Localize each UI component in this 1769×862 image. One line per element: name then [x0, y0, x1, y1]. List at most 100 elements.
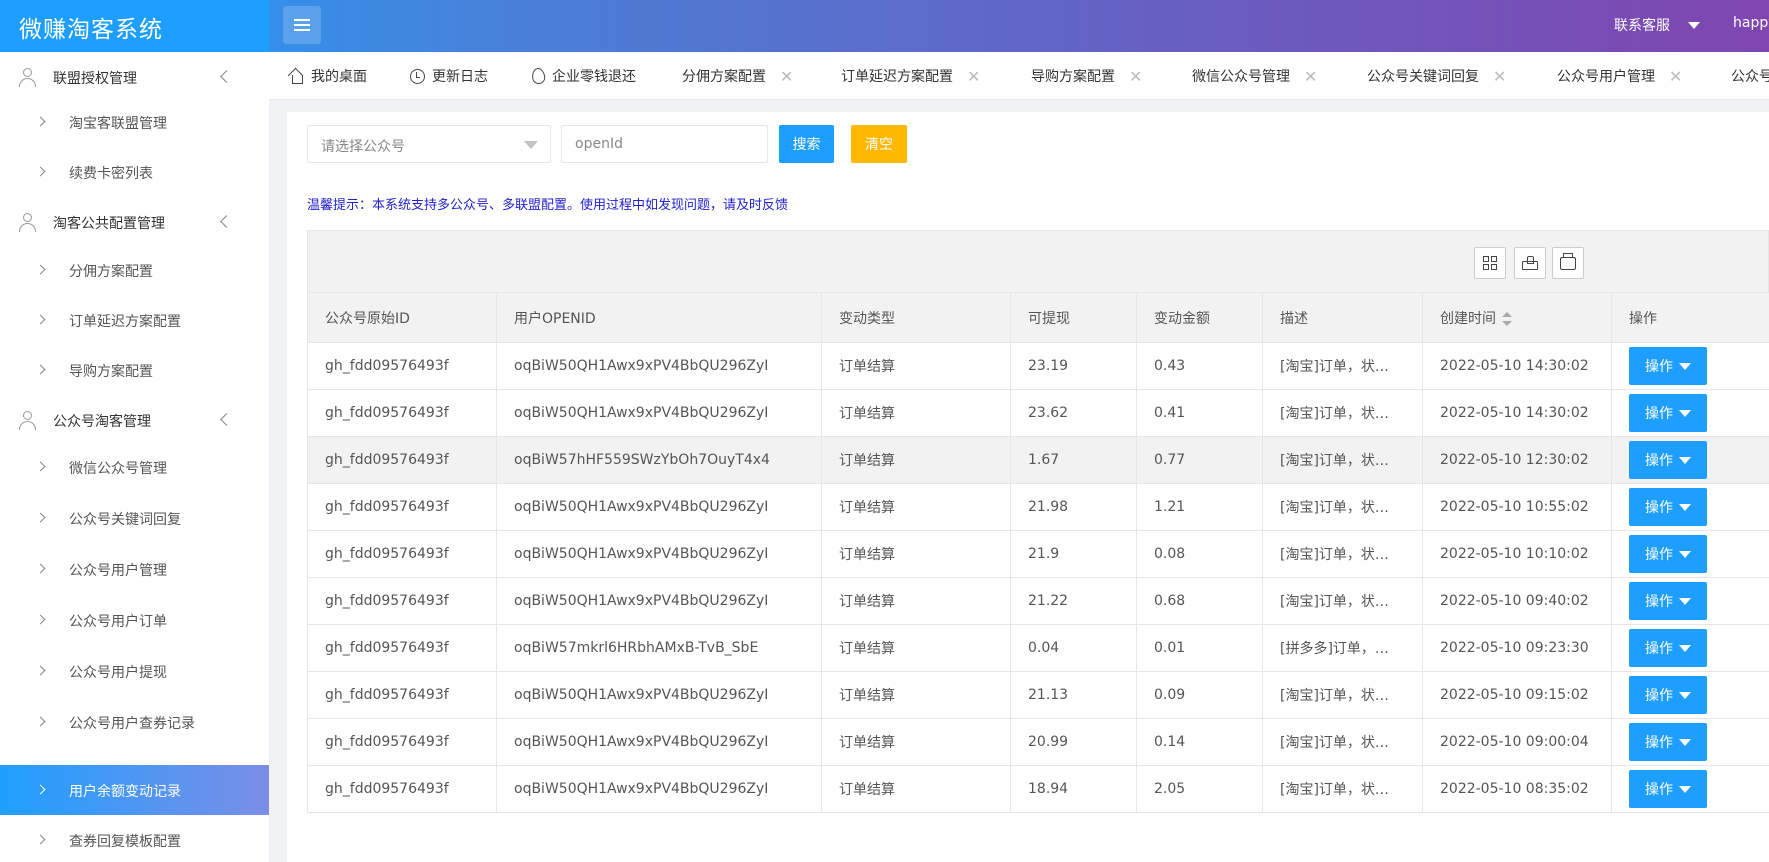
table-row: gh_fdd09576493f oqBiW50QH1Awx9xPV4BbQU296…	[307, 577, 1769, 625]
print-button[interactable]	[1552, 247, 1584, 279]
table-cell: 0.08	[1136, 530, 1263, 578]
row-action-button[interactable]: 操作	[1629, 723, 1707, 761]
table-cell: oqBiW50QH1Awx9xPV4BbQU296ZyI	[496, 389, 822, 437]
tab-desktop[interactable]: 我的桌面	[289, 66, 367, 86]
clear-button[interactable]: 清空	[851, 125, 907, 163]
table-cell: 0.68	[1136, 577, 1263, 625]
contact-service-label: 联系客服	[1614, 18, 1670, 34]
row-action-button[interactable]: 操作	[1629, 347, 1707, 385]
table-cell: 2022-05-10 08:35:02	[1422, 765, 1612, 813]
table-cell-actions: 操作	[1611, 342, 1769, 390]
sidebar-group-public-config[interactable]: 淘客公共配置管理	[0, 197, 269, 247]
tab-keyword-reply[interactable]: 公众号关键词回复 ✕	[1367, 66, 1506, 86]
table-cell: 2022-05-10 14:30:02	[1422, 342, 1612, 390]
tab-guide[interactable]: 导购方案配置 ✕	[1031, 66, 1142, 86]
table-cell: 2022-05-10 09:23:30	[1422, 624, 1612, 672]
table-cell-actions: 操作	[1611, 671, 1769, 719]
logo-area: 微赚淘客系统	[0, 0, 269, 52]
sidebar-item-guide[interactable]: 导购方案配置	[0, 345, 269, 395]
tab-users[interactable]: 公众号用户管理 ✕	[1557, 66, 1682, 86]
table-row: gh_fdd09576493f oqBiW50QH1Awx9xPV4BbQU296…	[307, 483, 1769, 531]
table-cell: 21.13	[1010, 671, 1137, 719]
user-menu[interactable]: happy	[1733, 15, 1769, 31]
tab-wechat-accounts[interactable]: 微信公众号管理 ✕	[1192, 66, 1317, 86]
table-cell: oqBiW50QH1Awx9xPV4BbQU296ZyI	[496, 483, 822, 531]
close-icon[interactable]: ✕	[967, 67, 980, 86]
table-cell: oqBiW50QH1Awx9xPV4BbQU296ZyI	[496, 342, 822, 390]
caret-down-icon	[1679, 503, 1691, 511]
columns-icon	[1483, 256, 1497, 270]
row-action-button[interactable]: 操作	[1629, 676, 1707, 714]
tab-overflow[interactable]: 公众号	[1731, 66, 1769, 86]
row-action-button[interactable]: 操作	[1629, 394, 1707, 432]
caret-down-icon	[1679, 785, 1691, 793]
sidebar-group-alliance[interactable]: 联盟授权管理	[0, 52, 269, 102]
col-openid: 用户OPENID	[496, 292, 822, 343]
column-filter-button[interactable]	[1474, 247, 1506, 279]
tab-order-delay[interactable]: 订单延迟方案配置 ✕	[841, 66, 980, 86]
sidebar-item-commission[interactable]: 分佣方案配置	[0, 245, 269, 295]
table-cell: 18.94	[1010, 765, 1137, 813]
app-logo[interactable]: 微赚淘客系统	[19, 10, 163, 44]
search-button[interactable]: 搜索	[779, 125, 834, 163]
sidebar-group-label: 公众号淘客管理	[53, 414, 151, 430]
sidebar-item-user-orders[interactable]: 公众号用户订单	[0, 595, 269, 645]
sidebar-item-label: 续费卡密列表	[69, 166, 153, 182]
tab-changelog[interactable]: 更新日志	[410, 66, 488, 86]
close-icon[interactable]: ✕	[1669, 67, 1682, 86]
sidebar-item-label: 微信公众号管理	[69, 461, 167, 477]
row-action-button[interactable]: 操作	[1629, 535, 1707, 573]
tab-commission[interactable]: 分佣方案配置 ✕	[682, 66, 793, 86]
row-action-label: 操作	[1645, 782, 1673, 798]
close-icon[interactable]: ✕	[1493, 67, 1506, 86]
table-cell: 2022-05-10 14:30:02	[1422, 389, 1612, 437]
sidebar-group-wechat[interactable]: 公众号淘客管理	[0, 395, 269, 445]
row-action-button[interactable]: 操作	[1629, 629, 1707, 667]
close-icon[interactable]: ✕	[1129, 67, 1142, 86]
sidebar-item-users[interactable]: 公众号用户管理	[0, 544, 269, 594]
sidebar-group-label: 联盟授权管理	[53, 71, 137, 87]
sidebar-item-reply-template[interactable]: 查券回复模板配置	[0, 815, 269, 862]
tab-refund[interactable]: 企业零钱退还	[530, 66, 636, 86]
close-icon[interactable]: ✕	[1304, 67, 1317, 86]
table-cell: 1.67	[1010, 436, 1137, 484]
sidebar-item-wechat-accounts[interactable]: 微信公众号管理	[0, 442, 269, 492]
close-icon[interactable]: ✕	[780, 67, 793, 86]
caret-down-icon	[1679, 362, 1691, 370]
table-cell-actions: 操作	[1611, 483, 1769, 531]
hamburger-icon	[294, 19, 310, 31]
row-action-button[interactable]: 操作	[1629, 770, 1707, 808]
row-action-button[interactable]: 操作	[1629, 441, 1707, 479]
sidebar-item-taobao-alliance[interactable]: 淘宝客联盟管理	[0, 97, 269, 147]
sidebar: 联盟授权管理 淘宝客联盟管理 续费卡密列表 淘客公共配置管理 分佣方案配置 订单…	[0, 52, 269, 862]
caret-down-icon	[1679, 409, 1691, 417]
row-action-button[interactable]: 操作	[1629, 582, 1707, 620]
table-cell: gh_fdd09576493f	[307, 436, 497, 484]
sidebar-item-coupon-records[interactable]: 公众号用户查券记录	[0, 697, 269, 747]
table-cell: 20.99	[1010, 718, 1137, 766]
table-cell: 0.43	[1136, 342, 1263, 390]
table-cell-actions: 操作	[1611, 389, 1769, 437]
contact-service-dropdown[interactable]: 联系客服	[1614, 15, 1700, 35]
sidebar-item-balance-records[interactable]: 用户余额变动记录	[0, 765, 269, 815]
sidebar-item-withdrawals[interactable]: 公众号用户提现	[0, 646, 269, 696]
account-select[interactable]: 请选择公众号	[307, 125, 551, 163]
row-action-label: 操作	[1645, 688, 1673, 704]
sidebar-item-renewal-cards[interactable]: 续费卡密列表	[0, 147, 269, 197]
sort-icon[interactable]	[1502, 311, 1512, 326]
chevron-right-icon	[35, 364, 46, 375]
row-action-button[interactable]: 操作	[1629, 488, 1707, 526]
col-change-type: 变动类型	[821, 292, 1011, 343]
sidebar-item-keyword-reply[interactable]: 公众号关键词回复	[0, 493, 269, 543]
table-cell: 2.05	[1136, 765, 1263, 813]
openid-input[interactable]: openId	[561, 125, 768, 163]
chevron-left-icon	[220, 215, 233, 228]
sidebar-item-order-delay[interactable]: 订单延迟方案配置	[0, 295, 269, 345]
col-created-time[interactable]: 创建时间	[1422, 292, 1612, 343]
menu-toggle-button[interactable]	[283, 6, 321, 44]
table-cell: 23.19	[1010, 342, 1137, 390]
export-button[interactable]	[1514, 247, 1546, 279]
col-created-label: 创建时间	[1440, 310, 1496, 327]
row-action-label: 操作	[1645, 735, 1673, 751]
tab-label: 更新日志	[432, 69, 488, 85]
